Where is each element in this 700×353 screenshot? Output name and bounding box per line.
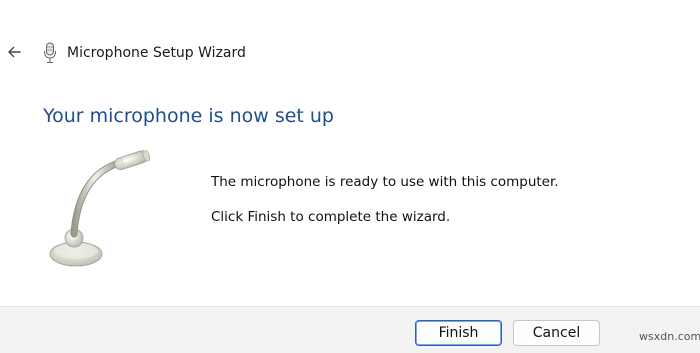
finish-button[interactable]: Finish bbox=[415, 320, 502, 346]
ready-message: The microphone is ready to use with this… bbox=[211, 174, 559, 190]
button-bar: Finish Cancel bbox=[0, 306, 700, 353]
microphone-icon bbox=[44, 42, 56, 63]
finish-instruction: Click Finish to complete the wizard. bbox=[211, 209, 451, 225]
arrow-left-icon bbox=[8, 46, 21, 58]
window-title: Microphone Setup Wizard bbox=[67, 45, 246, 61]
title-bar bbox=[0, 0, 700, 40]
watermark: wsxdn.com bbox=[639, 330, 700, 343]
back-button[interactable] bbox=[2, 40, 26, 64]
page-heading: Your microphone is now set up bbox=[43, 105, 334, 127]
cancel-button[interactable]: Cancel bbox=[513, 320, 600, 346]
desk-microphone-icon bbox=[49, 150, 150, 267]
